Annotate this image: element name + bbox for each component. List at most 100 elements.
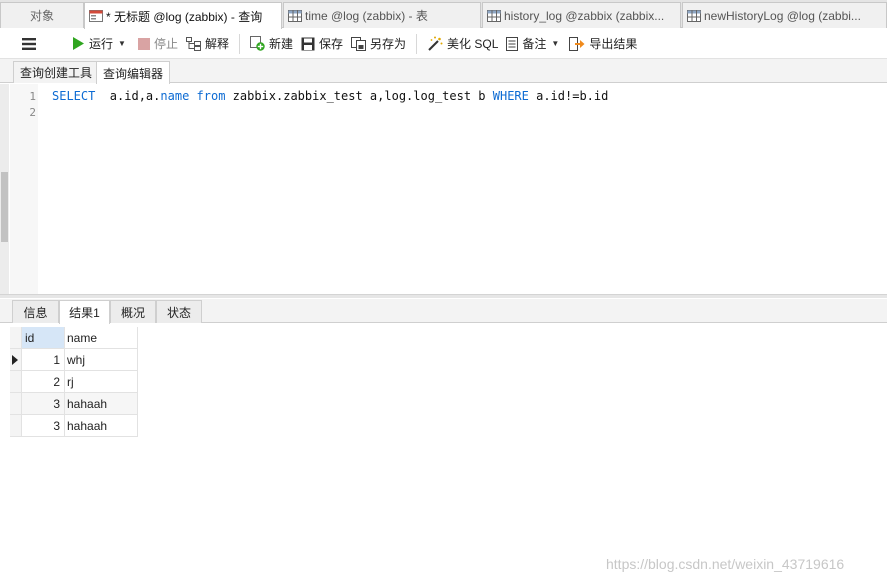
explain-button[interactable]: 解释 [182,32,233,56]
sql-token: zabbix.zabbix_test a,log.log_test b [225,89,493,103]
save-as-button[interactable]: 另存为 [347,32,410,56]
sql-code-line[interactable]: SELECT a.id,a.name from zabbix.zabbix_te… [52,89,608,103]
cell-name[interactable]: hahaah [65,393,138,415]
tab-label: history_log @zabbix (zabbix... [504,8,665,23]
tab-history-log-table[interactable]: history_log @zabbix (zabbix... [482,2,681,28]
save-button[interactable]: 保存 [297,32,347,56]
tab-query-editor[interactable]: 查询编辑器 [96,61,171,84]
explain-label: 解释 [204,37,229,51]
scrollbar-thumb[interactable] [1,172,8,242]
note-icon [506,36,519,51]
magic-wand-icon [428,36,443,51]
hamburger-icon [22,37,36,50]
note-label: 备注 [522,37,547,51]
table-icon [288,9,302,22]
row-indicator [10,393,22,415]
save-icon [301,37,315,50]
grid-header-row: id name [10,327,138,349]
column-header-id[interactable]: id [22,327,65,349]
tab-label: 查询编辑器 [103,66,164,81]
note-button[interactable]: 备注 ▼ [502,32,563,56]
tab-label: newHistoryLog @log (zabbi... [704,8,861,23]
stop-button[interactable]: 停止 [134,32,182,56]
query-toolbar: 运行 ▼ 停止 解释 新建 保存 另存为 美化 SQL 备注 ▼ 导出结果 [0,29,887,59]
tab-info[interactable]: 信息 [12,300,59,323]
run-button[interactable]: 运行 ▼ [68,32,130,56]
tab-label: * 无标题 @log (zabbix) - 查询 [106,9,263,24]
tab-label: 对象 [29,9,54,23]
tab-newhistorylog-table[interactable]: newHistoryLog @log (zabbi... [682,2,887,28]
beautify-label: 美化 SQL [447,37,499,51]
editor-scrollbar[interactable] [0,84,9,294]
cell-name[interactable]: hahaah [65,415,138,437]
stop-label: 停止 [153,37,178,51]
column-header-name[interactable]: name [65,327,138,349]
cell-id[interactable]: 3 [22,415,65,437]
row-indicator [10,371,22,393]
current-row-pointer-icon [12,355,18,365]
sql-token: WHERE [492,89,529,103]
explain-icon [185,36,201,51]
sql-editor[interactable] [0,84,887,296]
tab-label: 状态 [166,305,191,320]
hamburger-menu-button[interactable] [18,32,44,56]
new-icon [249,36,265,51]
line-number: 1 [29,90,36,103]
tab-overview[interactable]: 概况 [110,300,156,323]
save-as-label: 另存为 [370,37,407,51]
tab-status[interactable]: 状态 [156,300,202,323]
new-query-button[interactable]: 新建 [246,32,297,56]
tab-time-table[interactable]: time @log (zabbix) - 表 [283,2,481,28]
export-label: 导出结果 [589,37,638,51]
table-icon [487,9,501,22]
table-row[interactable]: 3 hahaah [10,393,138,415]
line-number: 2 [29,106,36,119]
cell-name[interactable]: whj [65,349,138,371]
tab-label: time @log (zabbix) - 表 [305,9,428,23]
stop-icon [137,37,150,50]
table-icon [687,9,701,22]
row-indicator [10,415,22,437]
table-row[interactable]: 2 rj [10,371,138,393]
save-label: 保存 [318,37,343,51]
cell-name[interactable]: rj [65,371,138,393]
beautify-sql-button[interactable]: 美化 SQL [423,32,502,56]
new-label: 新建 [268,37,293,51]
tab-label: 概况 [120,305,145,320]
tab-query-builder[interactable]: 查询创建工具 [13,61,100,83]
watermark: https://blog.csdn.net/weixin_43719616 [606,556,845,572]
table-row[interactable]: 3 hahaah [10,415,138,437]
toolbar-divider [238,33,240,54]
cell-id[interactable]: 3 [22,393,65,415]
cell-id[interactable]: 1 [22,349,65,371]
sql-token: SELECT [52,89,96,103]
sql-token: a.id,a. [95,89,161,103]
cell-id[interactable]: 2 [22,371,65,393]
query-mode-tabs: 查询创建工具 查询编辑器 [0,59,887,84]
row-indicator [10,349,22,371]
tab-label: 查询创建工具 [20,66,93,80]
sql-token: from [196,89,226,103]
tab-objects[interactable]: 对象 [0,2,84,28]
document-tab-bar: 对象 * 无标题 @log (zabbix) - 查询 time @log (z… [0,0,887,29]
sql-token: name [160,89,190,103]
tab-untitled-query[interactable]: * 无标题 @log (zabbix) - 查询 [84,2,282,29]
table-row[interactable]: 1 whj [10,349,138,371]
export-results-button[interactable]: 导出结果 [565,32,641,56]
query-icon [89,10,103,22]
tab-label: 信息 [23,305,48,320]
run-label: 运行 [89,37,114,51]
chevron-down-icon[interactable]: ▼ [551,39,559,48]
tab-label: 结果1 [69,306,100,320]
export-icon [569,36,585,51]
row-indicator-header [10,327,22,349]
chevron-down-icon[interactable]: ▼ [118,39,126,48]
tab-result-1[interactable]: 结果1 [59,300,110,324]
pane-splitter[interactable] [0,294,887,298]
sql-token: a.id!=b.id [528,89,609,103]
result-tabs: 信息 结果1 概况 状态 [0,299,887,324]
play-icon [73,37,84,50]
toolbar-divider [416,33,418,54]
save-as-icon [351,36,366,51]
